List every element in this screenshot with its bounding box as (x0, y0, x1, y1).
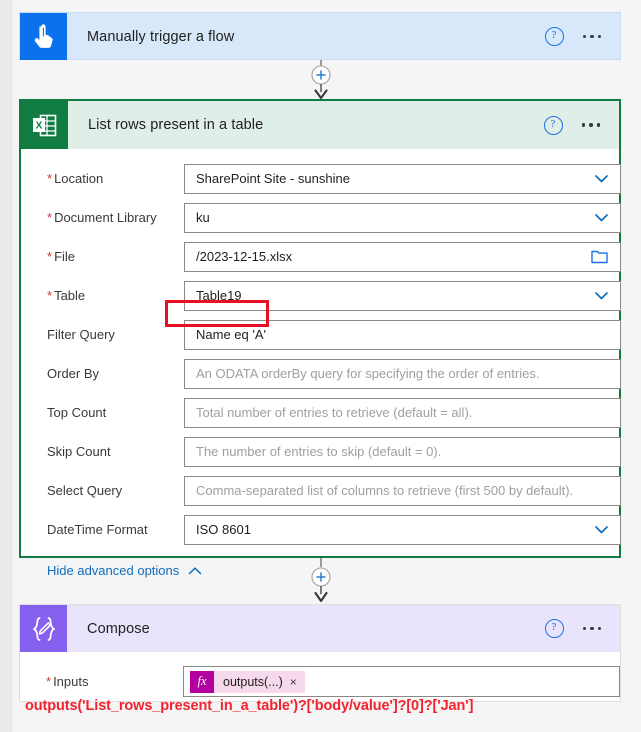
compose-card-header[interactable]: Compose ? (20, 605, 620, 652)
compose-card-title: Compose (87, 620, 150, 637)
inputs-field[interactable]: fx outputs(...) × (183, 666, 620, 697)
excel-card-title: List rows present in a table (88, 117, 264, 133)
action-card-compose[interactable]: Compose ? * Inputs fx outputs(...) × (19, 604, 621, 702)
file-value: /2023-12-15.xlsx (196, 249, 293, 264)
flow-designer-canvas: Manually trigger a flow ? X List rows pr… (0, 0, 641, 732)
field-row-select-query: Select Query Comma-separated list of col… (21, 471, 621, 510)
select-query-input[interactable]: Comma-separated list of columns to retri… (184, 475, 621, 506)
field-label-location: * Location (47, 171, 104, 186)
action-card-list-rows-present-in-a-table[interactable]: X List rows present in a table ? * Locati… (19, 99, 621, 578)
location-dropdown[interactable]: SharePoint Site - sunshine (184, 163, 621, 194)
chevron-down-icon (595, 525, 608, 533)
help-icon[interactable]: ? (544, 27, 564, 46)
table-value: Table19 (196, 288, 242, 303)
field-label-datetime-format: DateTime Format (47, 522, 148, 537)
chevron-down-icon (595, 174, 608, 182)
table-dropdown[interactable]: Table19 (184, 280, 621, 311)
trigger-card-header[interactable]: Manually trigger a flow ? (20, 13, 620, 60)
required-asterisk: * (47, 171, 53, 186)
trigger-card-actions: ? (544, 27, 621, 46)
filter-query-input[interactable]: Name eq 'A' (184, 319, 621, 350)
field-label-select-query: Select Query (47, 483, 123, 498)
excel-icon: X (21, 101, 68, 149)
excel-card-header[interactable]: X List rows present in a table ? (21, 101, 619, 149)
connector-trigger-to-excel (0, 60, 641, 99)
add-step-button[interactable] (310, 567, 331, 587)
field-row-location: * Location SharePoint Site - sunshine (21, 159, 621, 198)
chevron-down-icon (595, 291, 608, 299)
chevron-down-icon (595, 213, 608, 221)
required-asterisk: * (47, 210, 53, 225)
top-count-placeholder: Total number of entries to retrieve (def… (196, 405, 473, 420)
excel-card-body: * Location SharePoint Site - sunshine * Do… (21, 149, 621, 578)
help-icon[interactable]: ? (543, 115, 563, 135)
hand-tap-icon (20, 13, 67, 60)
top-count-input[interactable]: Total number of entries to retrieve (def… (184, 397, 621, 428)
select-query-placeholder: Comma-separated list of columns to retri… (196, 483, 574, 498)
field-label-order-by: Order By (47, 366, 100, 381)
field-label-table: * Table (47, 288, 86, 303)
chevron-up-icon (188, 566, 202, 575)
close-icon[interactable]: × (290, 676, 305, 688)
location-value: SharePoint Site - sunshine (196, 171, 350, 186)
add-step-button[interactable] (310, 65, 331, 85)
expression-annotation-text: outputs('List_rows_present_in_a_table')?… (25, 698, 474, 714)
document-library-dropdown[interactable]: ku (184, 202, 621, 233)
required-asterisk: * (47, 288, 53, 303)
field-row-datetime-format: DateTime Format ISO 8601 (21, 510, 621, 549)
field-row-inputs: * Inputs fx outputs(...) × (20, 662, 620, 701)
document-library-value: ku (196, 210, 210, 225)
field-row-document-library: * Document Library ku (21, 198, 621, 237)
excel-card-actions: ? (543, 115, 620, 135)
required-asterisk: * (47, 249, 53, 264)
field-row-top-count: Top Count Total number of entries to ret… (21, 393, 621, 432)
datetime-format-dropdown[interactable]: ISO 8601 (184, 514, 621, 545)
fx-icon: fx (190, 670, 214, 693)
folder-picker-icon[interactable] (591, 249, 608, 264)
trigger-card-manually-trigger-a-flow[interactable]: Manually trigger a flow ? (19, 12, 621, 60)
field-row-skip-count: Skip Count The number of entries to skip… (21, 432, 621, 471)
required-asterisk: * (46, 674, 52, 689)
advanced-options-label[interactable]: Hide advanced options (47, 563, 179, 578)
more-options-icon[interactable] (581, 119, 602, 131)
skip-count-placeholder: The number of entries to skip (default =… (196, 444, 442, 459)
order-by-placeholder: An ODATA orderBy query for specifying th… (196, 366, 540, 381)
field-label-file: * File (47, 249, 76, 264)
help-icon[interactable]: ? (544, 619, 564, 638)
field-label-document-library: * Document Library (47, 210, 157, 225)
expression-token[interactable]: fx outputs(...) × (190, 670, 305, 693)
field-row-table: * Table Table19 (21, 276, 621, 315)
field-row-order-by: Order By An ODATA orderBy query for spec… (21, 354, 621, 393)
field-row-filter-query: Filter Query Name eq 'A' (21, 315, 621, 354)
trigger-card-title: Manually trigger a flow (87, 28, 235, 45)
expression-token-text: outputs(...) (223, 674, 283, 689)
compose-card-actions: ? (544, 619, 621, 638)
field-label-inputs: * Inputs (46, 674, 89, 689)
more-options-icon[interactable] (582, 31, 603, 43)
more-options-icon[interactable] (582, 623, 603, 635)
compose-braces-pencil-icon (20, 605, 67, 652)
canvas-left-edge (0, 0, 12, 732)
file-input[interactable]: /2023-12-15.xlsx (184, 241, 621, 272)
field-label-top-count: Top Count (47, 405, 107, 420)
filter-query-value: Name eq 'A' (196, 327, 266, 342)
compose-card-body: * Inputs fx outputs(...) × (20, 652, 620, 701)
order-by-input[interactable]: An ODATA orderBy query for specifying th… (184, 358, 621, 389)
datetime-format-value: ISO 8601 (196, 522, 251, 537)
field-label-filter-query: Filter Query (47, 327, 115, 342)
skip-count-input[interactable]: The number of entries to skip (default =… (184, 436, 621, 467)
svg-text:X: X (35, 120, 42, 131)
field-row-file: * File /2023-12-15.xlsx (21, 237, 621, 276)
field-label-skip-count: Skip Count (47, 444, 111, 459)
